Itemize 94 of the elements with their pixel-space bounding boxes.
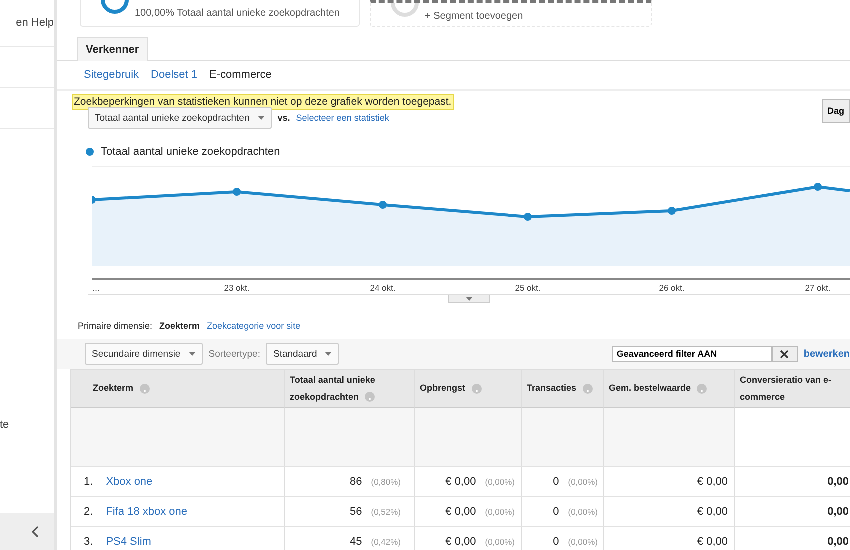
column-title: Conversieratio van e-commerce <box>740 374 833 404</box>
chart-collapse-handle[interactable] <box>448 295 490 303</box>
segment-label: 100,00% Totaal aantal unieke zoekopdrachten <box>135 8 340 20</box>
column-title: Opbrengst <box>420 380 482 397</box>
table-cell: € 0,00 <box>697 536 728 548</box>
table-cell: 0 <box>553 476 560 488</box>
share-percentage: (0,80%) <box>371 476 401 486</box>
chart-point[interactable] <box>379 201 387 209</box>
donut-icon <box>101 0 129 14</box>
row-index: 1. <box>84 476 94 488</box>
column-header[interactable]: Gem. bestelwaarde <box>604 369 735 408</box>
sort-type-dropdown[interactable]: Standaard <box>266 343 340 365</box>
column-title: Transacties <box>527 380 593 397</box>
share-percentage: (0,00%) <box>568 476 598 486</box>
clear-filter-button[interactable] <box>772 346 798 362</box>
legend-label: Totaal aantal unieke zoekopdrachten <box>101 146 280 158</box>
caret-icon <box>258 116 265 120</box>
share-percentage: (0,42%) <box>371 536 401 546</box>
table-cell: 0,00 <box>828 536 849 548</box>
column-title: Totaal aantal unieke zoekopdrachten <box>290 374 376 404</box>
subtab-link[interactable]: E-commerce <box>210 69 272 81</box>
secondary-dimension-dropdown[interactable]: Secundaire dimensie <box>85 343 203 365</box>
column-header[interactable]: Zoekterm <box>71 369 285 408</box>
subtab-link[interactable]: Doelset 1 <box>151 69 198 81</box>
column-header[interactable]: Transacties <box>522 369 604 408</box>
share-percentage: (0,00%) <box>485 506 515 516</box>
caret-icon <box>466 296 472 300</box>
help-icon <box>472 384 482 394</box>
search-term-link[interactable]: PS4 Slim <box>106 536 152 548</box>
select-metric-link[interactable]: Selecteer een statistiek <box>296 113 390 123</box>
column-title: Zoekterm <box>93 380 150 397</box>
notice-message: Zoekbeperkingen van statistieken kunnen niet op deze grafiek worden toegepast. <box>72 94 454 110</box>
explorer-tab[interactable]: Verkenner <box>77 37 148 61</box>
axis-label: … <box>92 283 100 293</box>
table-cell: € 0,00 <box>446 506 476 518</box>
table-cell: € 0,00 <box>446 536 476 548</box>
sidebar-item[interactable]: en Help <box>16 17 54 29</box>
share-percentage: (0,00%) <box>485 536 515 546</box>
primary-dimension-label: Primaire dimensie: <box>78 321 153 331</box>
segment-card[interactable]: + Segment toevoegen <box>370 0 652 27</box>
column-header[interactable]: Opbrengst <box>415 369 522 408</box>
empty-ring-icon <box>391 3 419 17</box>
column-header[interactable]: Conversieratio van e-commerce <box>735 369 850 408</box>
sort-type-label: Sorteertype: <box>208 348 260 360</box>
table-cell: € 0,00 <box>697 506 728 518</box>
axis-label: 26 okt. <box>659 283 685 293</box>
table-cell: 0,00 <box>828 476 849 488</box>
filter-field[interactable]: Geavanceerd filter AAN <box>612 346 772 362</box>
axis-label: 25 okt. <box>515 283 541 293</box>
axis-label: 23 okt. <box>224 283 250 293</box>
share-percentage: (0,00%) <box>568 506 598 516</box>
help-icon <box>582 384 593 394</box>
caret-icon <box>325 352 332 356</box>
chart-point[interactable] <box>233 188 241 196</box>
legend-dot-icon <box>86 148 94 156</box>
dimension-option[interactable]: Zoekcategorie voor site <box>207 321 301 331</box>
segment-card[interactable]: 100,00% Totaal aantal unieke zoekopdrachten <box>80 0 360 27</box>
search-term-link[interactable]: Xbox one <box>106 476 153 488</box>
row-index: 2. <box>84 506 94 518</box>
help-icon <box>697 384 708 394</box>
share-percentage: (0,52%) <box>371 506 401 516</box>
close-icon <box>780 350 790 358</box>
segment-label: + Segment toevoegen <box>425 11 524 23</box>
vs-label: vs. <box>278 113 290 123</box>
share-percentage: (0,00%) <box>485 476 515 486</box>
axis-label: 27 okt. <box>805 283 831 293</box>
metric-dropdown[interactable]: Totaal aantal unieke zoekopdrachten <box>88 107 272 129</box>
chart-point[interactable] <box>668 207 676 215</box>
chart-point[interactable] <box>524 213 532 221</box>
table-cell: 0,00 <box>828 506 849 518</box>
edit-link[interactable]: bewerken <box>804 348 850 360</box>
help-icon <box>365 392 376 402</box>
subtab-link[interactable]: Sitegebruik <box>84 69 140 81</box>
search-term-link[interactable]: Fifa 18 xbox one <box>106 506 188 518</box>
table-cell: 0 <box>553 506 560 518</box>
period-button[interactable]: Dag <box>822 99 850 123</box>
share-percentage: (0,00%) <box>568 536 598 546</box>
help-icon <box>140 384 150 394</box>
axis-label: 24 okt. <box>370 283 396 293</box>
table-cell: 0 <box>553 536 560 548</box>
caret-icon <box>188 352 196 356</box>
row-index: 3. <box>84 536 94 548</box>
table-cell: 45 <box>350 536 362 548</box>
table-cell: € 0,00 <box>446 476 476 488</box>
column-header[interactable]: Totaal aantal unieke zoekopdrachten <box>285 369 415 408</box>
column-title: Gem. bestelwaarde <box>609 380 708 397</box>
dimension-option[interactable]: Zoekterm <box>160 321 200 331</box>
table-cell: 86 <box>350 476 362 488</box>
sidebar-item[interactable]: te <box>0 419 10 431</box>
table-cell: € 0,00 <box>697 476 728 488</box>
table-cell: 56 <box>350 506 362 518</box>
chevron-left-icon <box>31 526 39 538</box>
chart-point[interactable] <box>814 183 822 191</box>
chart-point[interactable] <box>92 196 96 204</box>
